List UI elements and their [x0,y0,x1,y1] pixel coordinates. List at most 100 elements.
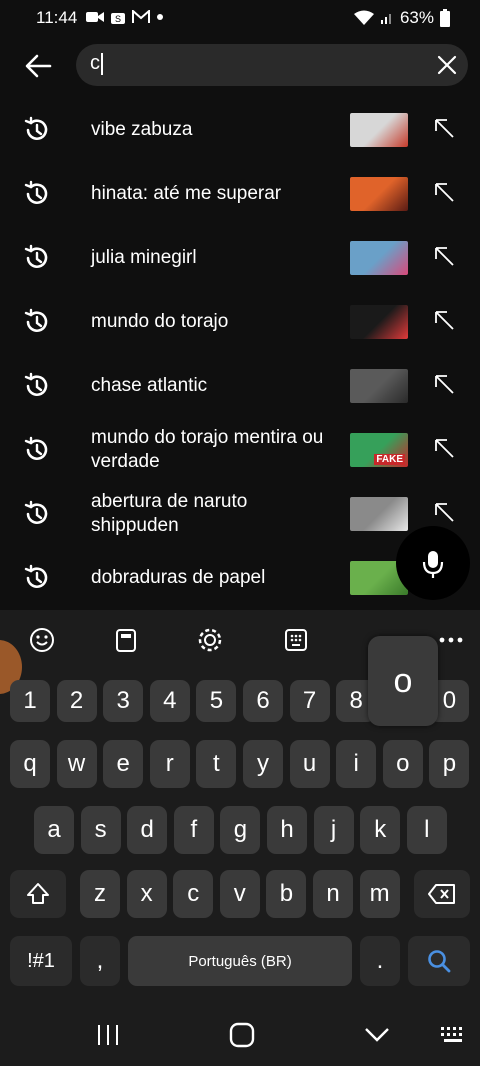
suggestion-item[interactable]: chase atlantic [0,354,480,416]
key-p[interactable]: p [429,740,470,788]
keyboard-switch-icon[interactable] [440,1026,466,1044]
suggestion-label: mundo do torajo [91,311,229,332]
key-q[interactable]: q [10,740,50,788]
suggestion-item[interactable]: hinata: até me superar [0,162,480,224]
key-w[interactable]: w [56,740,97,788]
status-time: 11:44 [36,8,78,27]
key-3[interactable]: 3 [103,680,144,722]
key-a[interactable]: a [34,806,74,854]
suggestion-thumbnail [350,305,408,339]
navigation-bar [0,1004,480,1066]
settings-gear-icon[interactable] [196,626,224,654]
keyboard-layout-icon[interactable] [282,626,310,654]
shift-key[interactable] [10,870,66,918]
key-m[interactable]: m [359,870,400,918]
search-row: c [0,40,480,92]
key-d[interactable]: d [127,806,168,854]
suggestion-label: vibe zabuza [91,119,193,140]
key-5[interactable]: 5 [196,680,237,722]
key-n[interactable]: n [313,870,353,918]
key-7[interactable]: 7 [289,680,330,722]
signal-icon [380,14,391,24]
fill-query-arrow-icon[interactable] [432,500,456,524]
key-v[interactable]: v [219,870,260,918]
suggestion-label: mundo do torajo mentira ou verdade [91,427,324,472]
fill-query-arrow-icon[interactable] [432,308,456,332]
key-y[interactable]: y [243,740,283,788]
suggestion-label: chase atlantic [91,375,208,396]
key-r[interactable]: r [149,740,190,788]
suggestion-thumbnail: FAKE [350,433,408,467]
wifi-icon [353,10,374,25]
fill-query-arrow-icon[interactable] [432,180,456,204]
key-o[interactable]: o [382,740,423,788]
key-g[interactable]: g [220,806,261,854]
fill-query-arrow-icon[interactable] [432,372,456,396]
key-e[interactable]: e [103,740,144,788]
suggestion-label: dobraduras de papel [91,567,266,588]
key-s[interactable]: s [80,806,121,854]
key-4[interactable]: 4 [149,680,190,722]
home-icon[interactable] [229,1022,255,1048]
key-u[interactable]: u [289,740,330,788]
key-b[interactable]: b [266,870,307,918]
key-2[interactable]: 2 [56,680,97,722]
history-icon [24,436,48,460]
dot-icon [157,14,163,20]
history-icon [24,244,48,268]
fill-query-arrow-icon[interactable] [432,116,456,140]
suggestion-item[interactable]: mundo do torajo mentira ou verdade FAKE [0,418,480,480]
key-c[interactable]: c [173,870,214,918]
suggestion-thumbnail [350,241,408,275]
key-t[interactable]: t [196,740,237,788]
suggestion-item[interactable]: vibe zabuza [0,98,480,160]
status-right: 63% [353,8,450,28]
key-h[interactable]: h [267,806,307,854]
microphone-icon [422,551,444,578]
comma-key[interactable]: , [80,936,120,986]
backspace-key[interactable] [414,870,470,918]
battery-icon [440,9,450,27]
backspace-icon [428,884,455,904]
key-x[interactable]: x [126,870,167,918]
text-caret [101,52,103,75]
emoji-icon[interactable] [28,626,56,654]
suggestion-item[interactable]: julia minegirl [0,226,480,288]
search-box[interactable]: c [76,44,468,86]
fill-query-arrow-icon[interactable] [432,244,456,268]
key-z[interactable]: z [80,870,120,918]
recent-apps-icon[interactable] [96,1024,120,1046]
key-6[interactable]: 6 [243,680,283,722]
status-bar: 11:44 S 63% [0,0,480,36]
search-icon [428,950,451,973]
back-arrow-icon[interactable] [20,48,56,84]
voice-search-button[interactable] [396,526,470,600]
symbols-key[interactable]: !#1 [10,936,72,986]
period-key[interactable]: . [360,936,400,986]
space-key[interactable]: Português (BR) [128,936,352,986]
history-icon [24,564,48,588]
history-icon [24,180,48,204]
notification-icons: S [86,9,164,25]
key-1[interactable]: 1 [10,680,50,722]
suggestion-thumbnail [350,369,408,403]
suggestion-thumbnail [350,177,408,211]
hide-keyboard-icon[interactable] [364,1026,390,1044]
battery-text: 63% [399,8,434,27]
key-f[interactable]: f [173,806,214,854]
suggestion-label: hinata: até me superar [91,183,282,204]
close-icon[interactable] [436,54,458,76]
key-j[interactable]: j [313,806,354,854]
gmail-icon [132,10,150,23]
search-key[interactable] [408,936,470,986]
key-preview-popup: o [368,636,438,726]
key-k[interactable]: k [360,806,401,854]
key-l[interactable]: l [406,806,447,854]
suggestion-thumbnail [350,113,408,147]
more-options-icon[interactable] [437,626,465,654]
suggestion-item[interactable]: mundo do torajo [0,290,480,352]
key-i[interactable]: i [336,740,377,788]
clipboard-icon[interactable] [112,626,140,654]
search-input[interactable]: c [90,52,103,75]
fill-query-arrow-icon[interactable] [432,436,456,460]
